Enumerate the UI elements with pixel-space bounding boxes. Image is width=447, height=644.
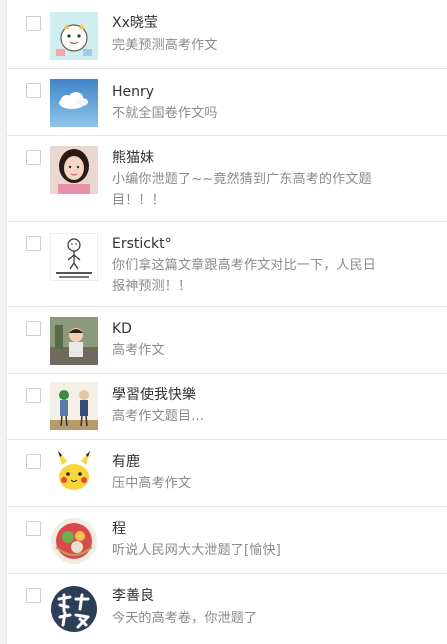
select-checkbox[interactable]	[26, 236, 41, 251]
message-item[interactable]: 程 听说人民网大大泄题了[愉快]	[7, 507, 447, 574]
sender-name: 學習使我快樂	[112, 387, 196, 403]
message-item[interactable]: 李善良 今天的高考卷，你泄题了	[7, 574, 447, 644]
cartoon-character-avatar	[50, 12, 98, 60]
select-checkbox[interactable]	[26, 521, 41, 536]
select-checkbox[interactable]	[26, 454, 41, 469]
select-checkbox[interactable]	[26, 588, 41, 603]
message-text: 高考作文	[112, 343, 165, 358]
two-figures-avatar	[50, 382, 98, 430]
message-list-panel: Xx晓莹 完美预测高考作文 Henry 不就全国卷作文吗 熊猫妹 小编你泄题了~…	[6, 0, 447, 644]
sender-name: 程	[112, 521, 126, 537]
message-item[interactable]: KD 高考作文	[7, 307, 447, 374]
message-text: 高考作文题目...	[112, 409, 205, 424]
sender-name: Xx晓莹	[112, 15, 158, 31]
message-text: 你们拿这篇文章跟高考作文对比一下，人民日报神预测！！	[112, 258, 377, 294]
sender-name: 熊猫妹	[112, 150, 154, 166]
select-checkbox[interactable]	[26, 150, 41, 165]
child-photo-avatar	[50, 317, 98, 365]
sender-name: 有鹿	[112, 454, 140, 470]
sender-name: KD	[112, 321, 132, 337]
select-checkbox[interactable]	[26, 388, 41, 403]
calligraphy-avatar	[50, 585, 98, 633]
message-text: 完美预测高考作文	[112, 38, 218, 53]
message-item[interactable]: 有鹿 压中高考作文	[7, 440, 447, 507]
stickman-avatar	[50, 233, 98, 281]
select-checkbox[interactable]	[26, 16, 41, 31]
sender-name: Erstickt°	[112, 236, 172, 252]
message-item[interactable]: 學習使我快樂 高考作文题目...	[7, 374, 447, 440]
message-text: 压中高考作文	[112, 476, 192, 491]
fruit-plate-avatar	[50, 517, 98, 565]
message-item[interactable]: Henry 不就全国卷作文吗	[7, 69, 447, 136]
cloud-sky-avatar	[50, 79, 98, 127]
message-text: 听说人民网大大泄题了[愉快]	[112, 543, 281, 558]
portrait-avatar	[50, 146, 98, 194]
sender-name: Henry	[112, 84, 155, 100]
message-text: 今天的高考卷，你泄题了	[112, 611, 258, 626]
select-checkbox[interactable]	[26, 321, 41, 336]
select-checkbox[interactable]	[26, 83, 41, 98]
sender-name: 李善良	[112, 588, 154, 604]
message-item[interactable]: 熊猫妹 小编你泄题了~~竟然猜到广东高考的作文题目！！！	[7, 136, 447, 222]
message-text: 不就全国卷作文吗	[112, 106, 218, 121]
pikachu-avatar	[50, 449, 98, 497]
message-item[interactable]: Erstickt° 你们拿这篇文章跟高考作文对比一下，人民日报神预测！！	[7, 222, 447, 307]
message-item[interactable]: Xx晓莹 完美预测高考作文	[7, 0, 447, 69]
message-text: 小编你泄题了~~竟然猜到广东高考的作文题目！！！	[112, 172, 372, 208]
